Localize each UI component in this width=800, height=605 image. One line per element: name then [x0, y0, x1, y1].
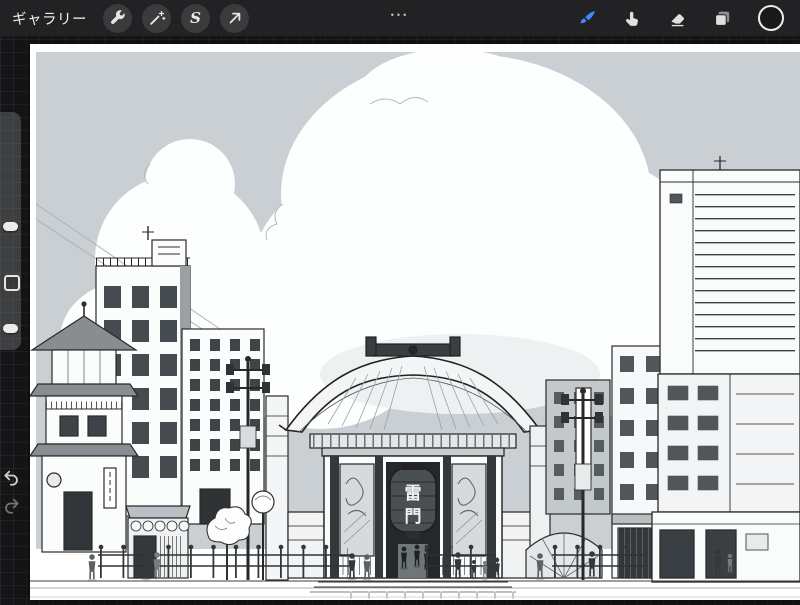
wrench-icon [110, 10, 125, 24]
selection-button[interactable]: S [181, 3, 210, 33]
undo-button[interactable] [2, 468, 21, 492]
canvas[interactable]: 雷 門 [28, 44, 800, 600]
paintbrush-icon [580, 10, 595, 23]
layers-button[interactable] [713, 9, 732, 28]
smudge-tool-button[interactable] [623, 9, 642, 28]
modify-button[interactable] [3, 275, 20, 291]
right-buildings [651, 156, 800, 583]
transform-arrow-icon [229, 12, 240, 24]
lantern-character-bottom: 門 [405, 507, 422, 527]
sidebar-rail [0, 112, 21, 350]
opacity-slider[interactable] [3, 324, 18, 333]
left-tool-group: S [103, 3, 249, 33]
artwork-svg: 雷 門 [28, 44, 800, 600]
lantern-character-top: 雷 [405, 484, 422, 504]
eraser-icon [671, 13, 684, 26]
undo-arrow-icon [4, 470, 18, 486]
actions-button[interactable] [103, 3, 132, 33]
adjustments-button[interactable] [142, 3, 171, 33]
paint-tool-button[interactable] [578, 9, 597, 28]
redo-button[interactable] [2, 496, 21, 520]
layers-icon [715, 11, 730, 26]
magic-wand-icon [149, 10, 165, 25]
right-tool-group [578, 5, 788, 31]
gallery-button[interactable]: ギャラリー [12, 8, 87, 29]
redo-arrow-icon [5, 498, 19, 514]
color-swatch-button[interactable] [758, 5, 784, 31]
selection-s-icon: S [190, 8, 201, 27]
top-bar: ギャラリー S ••• [0, 0, 800, 36]
canvas-options-button[interactable]: ••• [391, 10, 409, 20]
color-circle-icon [758, 5, 784, 31]
transform-button[interactable] [220, 3, 249, 33]
smudge-finger-icon [626, 11, 638, 26]
erase-tool-button[interactable] [668, 9, 687, 28]
brush-size-slider[interactable] [3, 222, 18, 231]
